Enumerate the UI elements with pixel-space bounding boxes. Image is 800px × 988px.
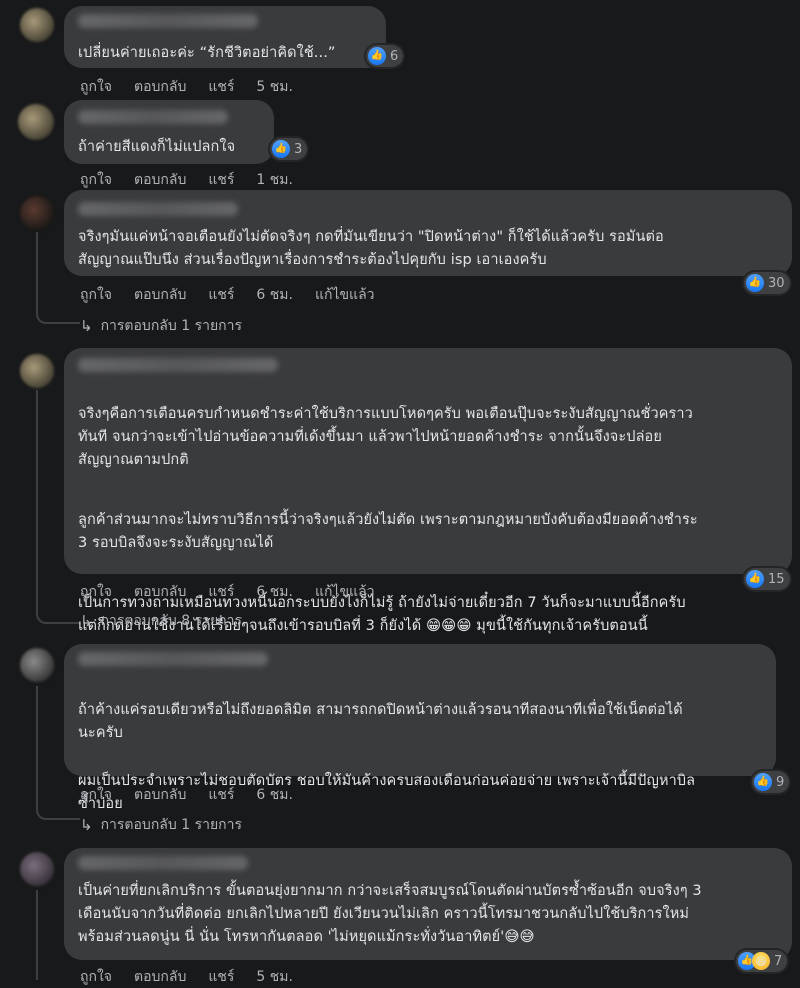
comment-bubble: ถ้าค่ายสีแดงก็ไม่แปลกใจ [64, 100, 274, 164]
reply-arrow-icon: ↳ [80, 317, 93, 335]
avatar[interactable] [20, 354, 54, 388]
thread-line [36, 686, 38, 808]
reaction-count[interactable]: 👍 9 [752, 771, 790, 793]
reaction-count[interactable]: 👍 6 [366, 45, 404, 67]
reaction-count[interactable]: 👍 3 [270, 138, 308, 160]
timestamp[interactable]: 6 ชม. [256, 784, 293, 806]
comment-actions: ถูกใจ ตอบกลับ แชร์ 6 ชม. แก้ไขแล้ว [80, 581, 375, 603]
like-icon: 👍 [272, 140, 290, 158]
thread-line [36, 232, 38, 312]
comment-bubble: จริงๆคือการเตือนครบกำหนดชำระค่าใช้บริการ… [64, 348, 792, 634]
comment-text: เป็นค่ายที่ยกเลิกบริการ ขั้นตอนยุ่งยากมา… [78, 883, 702, 945]
reply-button[interactable]: ตอบกลับ [134, 284, 186, 306]
haha-icon: 😆 [752, 952, 770, 970]
like-button[interactable]: ถูกใจ [80, 581, 112, 603]
author-name[interactable] [78, 14, 258, 28]
timestamp[interactable]: 6 ชม. [256, 581, 293, 603]
share-button[interactable]: แชร์ [208, 169, 234, 191]
avatar[interactable] [20, 852, 54, 886]
reaction-count[interactable]: 👍 30 [744, 272, 790, 294]
reply-button[interactable]: ตอบกลับ [134, 966, 186, 988]
edited-label: แก้ไขแล้ว [314, 584, 375, 600]
share-button[interactable]: แชร์ [208, 76, 234, 98]
comment-actions: ถูกใจ ตอบกลับ แชร์ 5 ชม. [80, 966, 293, 988]
avatar[interactable] [20, 648, 54, 682]
comment-paragraph: จริงๆคือการเตือนครบกำหนดชำระค่าใช้บริการ… [78, 406, 693, 468]
share-button[interactable]: แชร์ [208, 784, 234, 806]
view-replies-link[interactable]: ↳ การตอบกลับ 1 รายการ [80, 814, 242, 836]
author-name[interactable] [78, 358, 278, 372]
comment-text: เปลี่ยนค่ายเถอะค่ะ “รักชีวิตอย่าคิดใช้..… [78, 45, 336, 61]
reply-arrow-icon: ↳ [80, 612, 93, 630]
share-button[interactable]: แชร์ [208, 966, 234, 988]
replies-count: การตอบกลับ 1 รายการ [100, 817, 243, 833]
author-name[interactable] [78, 652, 268, 666]
like-icon: 👍 [746, 570, 764, 588]
timestamp[interactable]: 5 ชม. [256, 966, 293, 988]
timestamp[interactable]: 1 ชม. [256, 169, 293, 191]
like-button[interactable]: ถูกใจ [80, 76, 112, 98]
comment-actions: ถูกใจ ตอบกลับ แชร์ 5 ชม. [80, 76, 293, 98]
view-replies-link[interactable]: ↳ การตอบกลับ 1 รายการ [80, 315, 242, 337]
timestamp[interactable]: 6 ชม. [256, 284, 293, 306]
comment-bubble: เป็นค่ายที่ยกเลิกบริการ ขั้นตอนยุ่งยากมา… [64, 848, 792, 960]
comment-actions: ถูกใจ ตอบกลับ แชร์ 6 ชม. แก้ไขแล้ว [80, 284, 375, 306]
view-replies-link[interactable]: ↳ การตอบกลับ 8 รายการ [80, 610, 242, 632]
like-button[interactable]: ถูกใจ [80, 784, 112, 806]
reply-button[interactable]: ตอบกลับ [134, 581, 186, 603]
replies-count: การตอบกลับ 8 รายการ [100, 613, 243, 629]
reaction-count[interactable]: 👍 15 [744, 568, 790, 590]
replies-count: การตอบกลับ 1 รายการ [100, 318, 243, 334]
reaction-count[interactable]: 👍 😆 7 [736, 950, 788, 972]
thread-line [36, 890, 38, 980]
thread-curve [36, 310, 80, 324]
like-button[interactable]: ถูกใจ [80, 169, 112, 191]
like-button[interactable]: ถูกใจ [80, 966, 112, 988]
share-button[interactable]: แชร์ [208, 284, 234, 306]
like-button[interactable]: ถูกใจ [80, 284, 112, 306]
comment-paragraph: ลูกค้าส่วนมากจะไม่ทราบวิธีการนี้ว่าจริงๆ… [78, 512, 698, 551]
comment-actions: ถูกใจ ตอบกลับ แชร์ 6 ชม. [80, 784, 293, 806]
comment-bubble: เปลี่ยนค่ายเถอะค่ะ “รักชีวิตอย่าคิดใช้..… [64, 6, 386, 68]
thread-curve [36, 610, 80, 624]
like-icon: 👍 [368, 47, 386, 65]
timestamp[interactable]: 5 ชม. [256, 76, 293, 98]
avatar[interactable] [18, 104, 54, 140]
comment-bubble: ถ้าค้างแค่รอบเดียวหรือไม่ถึงยอดลิมิต สาม… [64, 644, 776, 812]
like-icon: 👍 [754, 773, 772, 791]
author-name[interactable] [78, 110, 228, 124]
avatar[interactable] [20, 8, 54, 42]
reply-button[interactable]: ตอบกลับ [134, 784, 186, 806]
comment-paragraph: ถ้าค้างแค่รอบเดียวหรือไม่ถึงยอดลิมิต สาม… [78, 702, 683, 741]
edited-label: แก้ไขแล้ว [314, 287, 375, 303]
comment-actions: ถูกใจ ตอบกลับ แชร์ 1 ชม. [80, 169, 293, 191]
author-name[interactable] [78, 202, 238, 216]
thread-line [36, 390, 38, 612]
comment-bubble: จริงๆมันแค่หน้าจอเตือนยังไม่ตัดจริงๆ กดท… [64, 190, 792, 276]
like-icon: 👍 [746, 274, 764, 292]
avatar[interactable] [20, 196, 54, 230]
comment-text: จริงๆมันแค่หน้าจอเตือนยังไม่ตัดจริงๆ กดท… [78, 229, 664, 268]
reply-button[interactable]: ตอบกลับ [134, 169, 186, 191]
share-button[interactable]: แชร์ [208, 581, 234, 603]
comment-text: ถ้าค่ายสีแดงก็ไม่แปลกใจ [78, 139, 236, 155]
author-name[interactable] [78, 856, 248, 870]
reply-button[interactable]: ตอบกลับ [134, 76, 186, 98]
thread-curve [36, 806, 80, 820]
reply-arrow-icon: ↳ [80, 816, 93, 834]
